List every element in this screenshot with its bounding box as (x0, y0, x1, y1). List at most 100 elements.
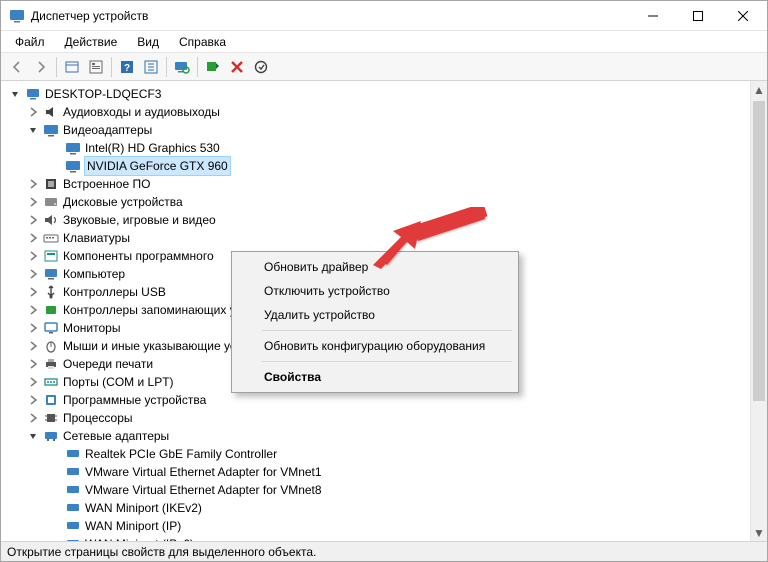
refresh-button[interactable] (140, 56, 162, 78)
tree-root[interactable]: DESKTOP-LDQECF3 (5, 85, 747, 103)
back-button[interactable] (6, 56, 28, 78)
scrollbar-thumb[interactable] (753, 101, 765, 401)
svg-text:?: ? (124, 63, 130, 74)
tree-category[interactable]: Аудиовходы и аудиовыходы (5, 103, 747, 121)
help-button[interactable]: ? (116, 56, 138, 78)
chevron-right-icon[interactable] (27, 322, 39, 334)
monitor-icon (43, 320, 59, 336)
maximize-button[interactable] (675, 1, 720, 30)
add-legacy-button[interactable] (202, 56, 224, 78)
titlebar: Диспетчер устройств (1, 1, 767, 31)
mouse-icon (43, 338, 59, 354)
tree-item-label: WAN Miniport (IKEv2) (85, 499, 202, 517)
chevron-right-icon[interactable] (27, 178, 39, 190)
tree-device[interactable]: VMware Virtual Ethernet Adapter for VMne… (5, 463, 747, 481)
cm-scan-hardware[interactable]: Обновить конфигурацию оборудования (234, 334, 516, 358)
network-icon (65, 518, 81, 534)
tree-item-label: WAN Miniport (IP) (85, 517, 181, 535)
tree-item-label: WAN Miniport (IPv6) (85, 535, 194, 541)
chevron-down-icon[interactable] (27, 124, 39, 136)
scan-button[interactable] (171, 56, 193, 78)
app-icon (9, 8, 25, 24)
tree-item-label: Компоненты программного (63, 247, 214, 265)
network-icon (65, 446, 81, 462)
cm-update-driver[interactable]: Обновить драйвер (234, 255, 516, 279)
print-icon (43, 356, 59, 372)
tree-device[interactable]: Intel(R) HD Graphics 530 (5, 139, 747, 157)
context-menu-separator (262, 330, 512, 331)
tree-item-label: Дисковые устройства (63, 193, 183, 211)
firmware-icon (43, 176, 59, 192)
tree-category[interactable]: Сетевые адаптеры (5, 427, 747, 445)
remove-button[interactable] (226, 56, 248, 78)
tree-item-label: Realtek PCIe GbE Family Controller (85, 445, 277, 463)
vertical-scrollbar[interactable]: ▲ ▼ (750, 81, 767, 541)
properties-button[interactable] (85, 56, 107, 78)
enable-button[interactable] (250, 56, 272, 78)
tree-item-label: Компьютер (63, 265, 125, 283)
tree-device[interactable]: WAN Miniport (IKEv2) (5, 499, 747, 517)
tree-root-label: DESKTOP-LDQECF3 (45, 85, 161, 103)
computer-icon (43, 266, 59, 282)
chevron-right-icon[interactable] (27, 106, 39, 118)
chevron-right-icon[interactable] (27, 358, 39, 370)
content-area: DESKTOP-LDQECF3 Аудиовходы и аудиовыходы… (1, 81, 767, 541)
chevron-down-icon[interactable] (27, 430, 39, 442)
chevron-right-icon[interactable] (27, 286, 39, 298)
tree-category[interactable]: Процессоры (5, 409, 747, 427)
software-icon (43, 248, 59, 264)
tree-category[interactable]: Встроенное ПО (5, 175, 747, 193)
chevron-right-icon[interactable] (27, 214, 39, 226)
chevron-right-icon[interactable] (27, 196, 39, 208)
close-button[interactable] (720, 1, 765, 30)
menu-action[interactable]: Действие (57, 33, 126, 51)
menu-view[interactable]: Вид (129, 33, 167, 51)
cm-uninstall-device[interactable]: Удалить устройство (234, 303, 516, 327)
scroll-down-icon[interactable]: ▼ (751, 524, 767, 541)
tree-device[interactable]: WAN Miniport (IP) (5, 517, 747, 535)
menu-help[interactable]: Справка (171, 33, 234, 51)
network-icon (43, 428, 59, 444)
tree-item-label: Мониторы (63, 319, 120, 337)
cpu-icon (43, 410, 59, 426)
minimize-button[interactable] (630, 1, 675, 30)
scroll-up-icon[interactable]: ▲ (751, 81, 767, 98)
chevron-right-icon[interactable] (27, 412, 39, 424)
tree-device[interactable]: VMware Virtual Ethernet Adapter for VMne… (5, 481, 747, 499)
chevron-down-icon[interactable] (9, 88, 21, 100)
toolbar-separator (111, 57, 112, 77)
chevron-right-icon[interactable] (27, 232, 39, 244)
chevron-right-icon[interactable] (27, 376, 39, 388)
tree-category[interactable]: Видеоадаптеры (5, 121, 747, 139)
audio-icon (43, 104, 59, 120)
tree-category[interactable]: Дисковые устройства (5, 193, 747, 211)
cm-disable-device[interactable]: Отключить устройство (234, 279, 516, 303)
tree-device[interactable]: WAN Miniport (IPv6) (5, 535, 747, 541)
chevron-right-icon[interactable] (27, 304, 39, 316)
tree-device[interactable]: Realtek PCIe GbE Family Controller (5, 445, 747, 463)
usb-icon (43, 284, 59, 300)
toolbar-separator (197, 57, 198, 77)
chevron-right-icon[interactable] (27, 394, 39, 406)
chevron-right-icon[interactable] (27, 250, 39, 262)
tree-item-label: Звуковые, игровые и видео (63, 211, 216, 229)
tree-item-label: Встроенное ПО (63, 175, 150, 193)
network-icon (65, 464, 81, 480)
tree-item-label: Контроллеры USB (63, 283, 166, 301)
tree-category[interactable]: Звуковые, игровые и видео (5, 211, 747, 229)
disk-icon (43, 194, 59, 210)
forward-button[interactable] (30, 56, 52, 78)
menu-file[interactable]: Файл (7, 33, 53, 51)
toolbar-separator (166, 57, 167, 77)
chevron-right-icon[interactable] (27, 268, 39, 280)
keyboard-icon (43, 230, 59, 246)
chevron-right-icon[interactable] (27, 340, 39, 352)
show-hidden-button[interactable] (61, 56, 83, 78)
network-icon (65, 536, 81, 541)
tree-device-selected[interactable]: NVIDIA GeForce GTX 960 (5, 157, 747, 175)
tree-category[interactable]: Клавиатуры (5, 229, 747, 247)
statusbar: Открытие страницы свойств для выделенног… (1, 541, 767, 561)
tree-category[interactable]: Программные устройства (5, 391, 747, 409)
cm-properties[interactable]: Свойства (234, 365, 516, 389)
menubar: Файл Действие Вид Справка (1, 31, 767, 53)
